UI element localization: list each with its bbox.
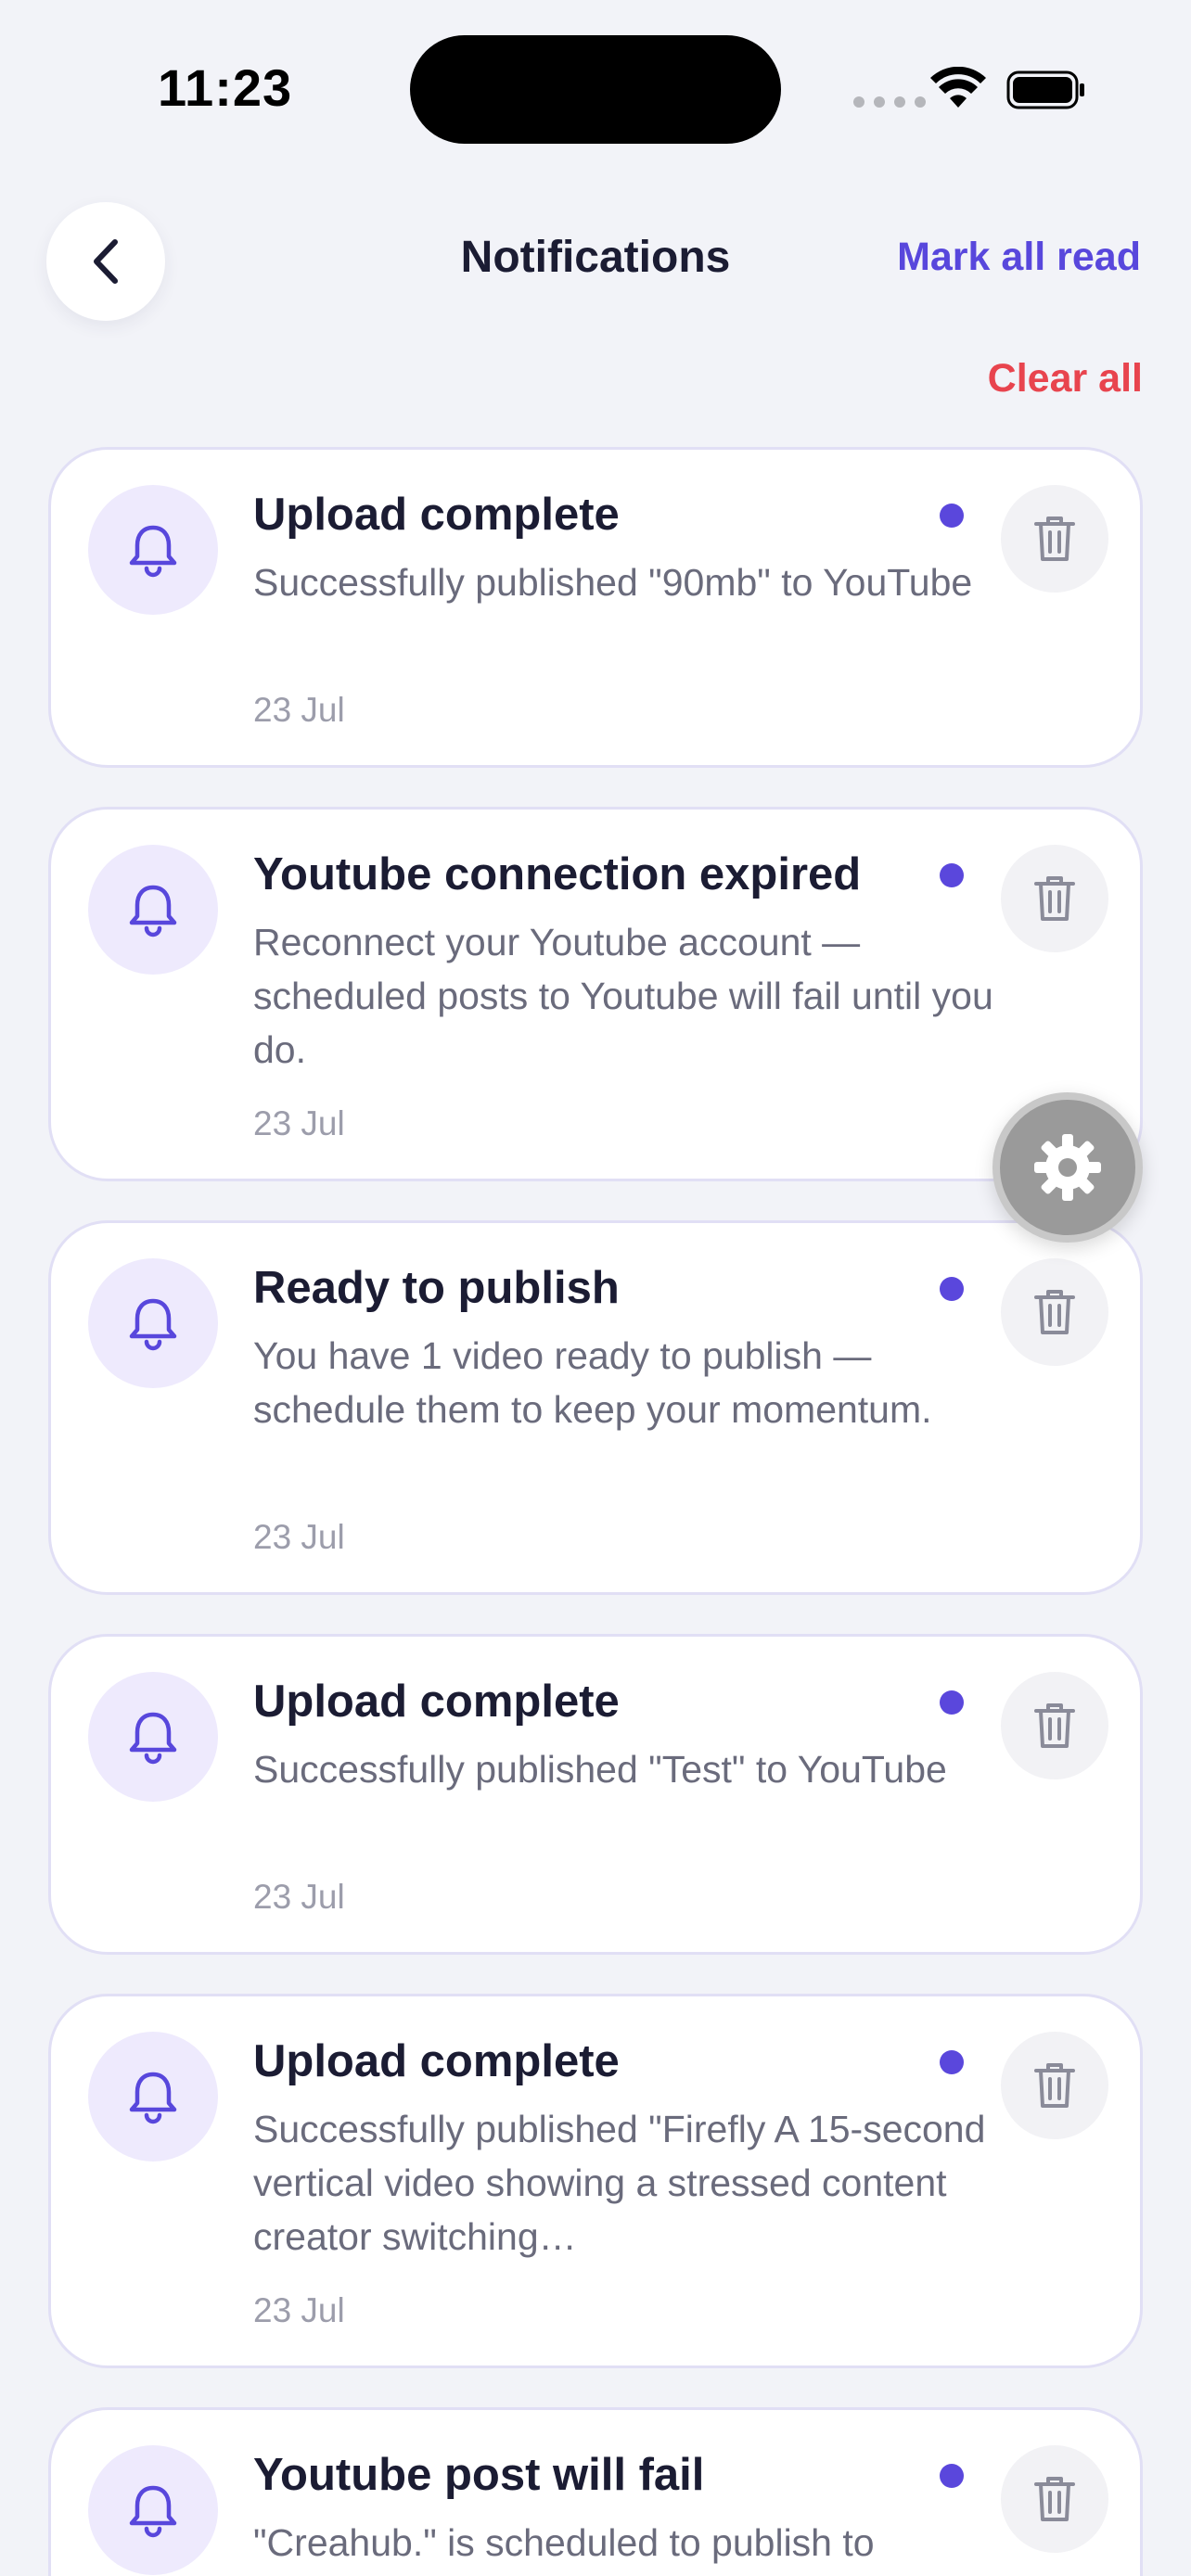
trash-icon [1034, 1290, 1075, 1334]
notification-body: Successfully published "Test" to YouTube [253, 1748, 947, 1791]
notification-date: 23 Jul [253, 691, 345, 729]
trash-icon [1034, 2063, 1075, 2108]
delete-notification-button[interactable] [1001, 2032, 1108, 2139]
notification-card[interactable]: Upload complete Successfully published "… [48, 447, 1143, 768]
wifi-icon [930, 67, 986, 108]
unread-indicator [940, 1690, 964, 1715]
delete-notification-button[interactable] [1001, 1258, 1108, 1366]
delete-notification-button[interactable] [1001, 2445, 1108, 2553]
notification-icon-wrap [88, 485, 218, 615]
trash-icon [1034, 516, 1075, 561]
delete-notification-button[interactable] [1001, 845, 1108, 952]
notification-title: Youtube connection expired [253, 849, 862, 899]
gear-icon [1034, 1134, 1101, 1201]
notification-icon-wrap [88, 1672, 218, 1802]
status-time: 11:23 [158, 58, 293, 117]
notification-date: 23 Jul [253, 1518, 345, 1556]
notification-icon-wrap [88, 2445, 218, 2575]
notification-title: Youtube post will fail [253, 2450, 705, 2500]
notification-date: 23 Jul [253, 2291, 345, 2329]
unread-indicator [940, 504, 964, 528]
delete-notification-button[interactable] [1001, 1672, 1108, 1779]
notification-card[interactable]: Upload complete Successfully published "… [48, 1634, 1143, 1955]
notification-date: 23 Jul [253, 1878, 345, 1916]
unread-indicator [940, 863, 964, 887]
bell-icon [129, 2485, 177, 2538]
settings-fab-button[interactable] [992, 1092, 1143, 1243]
unread-indicator [940, 2464, 964, 2488]
notification-title: Upload complete [253, 2036, 620, 2086]
notification-card[interactable]: Upload complete Successfully published "… [48, 1994, 1143, 2368]
clear-all-button[interactable]: Clear all [988, 356, 1143, 402]
notification-title: Upload complete [253, 1677, 620, 1727]
notification-icon-wrap [88, 845, 218, 975]
notification-card[interactable]: Youtube connection expired Reconnect you… [48, 807, 1143, 1181]
notification-title: Upload complete [253, 490, 620, 540]
bell-icon [129, 885, 177, 937]
notification-body: Successfully published "Firefly A 15-sec… [253, 2108, 986, 2258]
unread-indicator [940, 1277, 964, 1301]
cellular-signal-icon [853, 96, 926, 108]
notification-body: Reconnect your Youtube account — schedul… [253, 921, 993, 1071]
notification-card[interactable]: Ready to publish You have 1 video ready … [48, 1220, 1143, 1595]
status-bar: 11:23 [0, 0, 1191, 176]
notification-body: You have 1 video ready to publish — sche… [253, 1334, 932, 1431]
bell-icon [129, 1298, 177, 1351]
trash-icon [1034, 1703, 1075, 1748]
delete-notification-button[interactable] [1001, 485, 1108, 593]
mark-all-read-button[interactable]: Mark all read [897, 235, 1141, 280]
notification-card[interactable]: Youtube post will fail "Creahub." is sch… [48, 2407, 1143, 2576]
bell-icon [129, 2072, 177, 2124]
bell-icon [129, 1712, 177, 1765]
notification-body: Successfully published "90mb" to YouTube [253, 561, 973, 604]
bell-icon [129, 525, 177, 578]
notification-title: Ready to publish [253, 1263, 620, 1313]
trash-icon [1034, 876, 1075, 921]
unread-indicator [940, 2050, 964, 2074]
trash-icon [1034, 2477, 1075, 2521]
notification-icon-wrap [88, 1258, 218, 1388]
notification-icon-wrap [88, 2032, 218, 2162]
battery-icon [1006, 70, 1084, 109]
dynamic-island [410, 35, 781, 144]
notification-date: 23 Jul [253, 1104, 345, 1142]
notification-body: "Creahub." is scheduled to publish to [253, 2521, 875, 2564]
